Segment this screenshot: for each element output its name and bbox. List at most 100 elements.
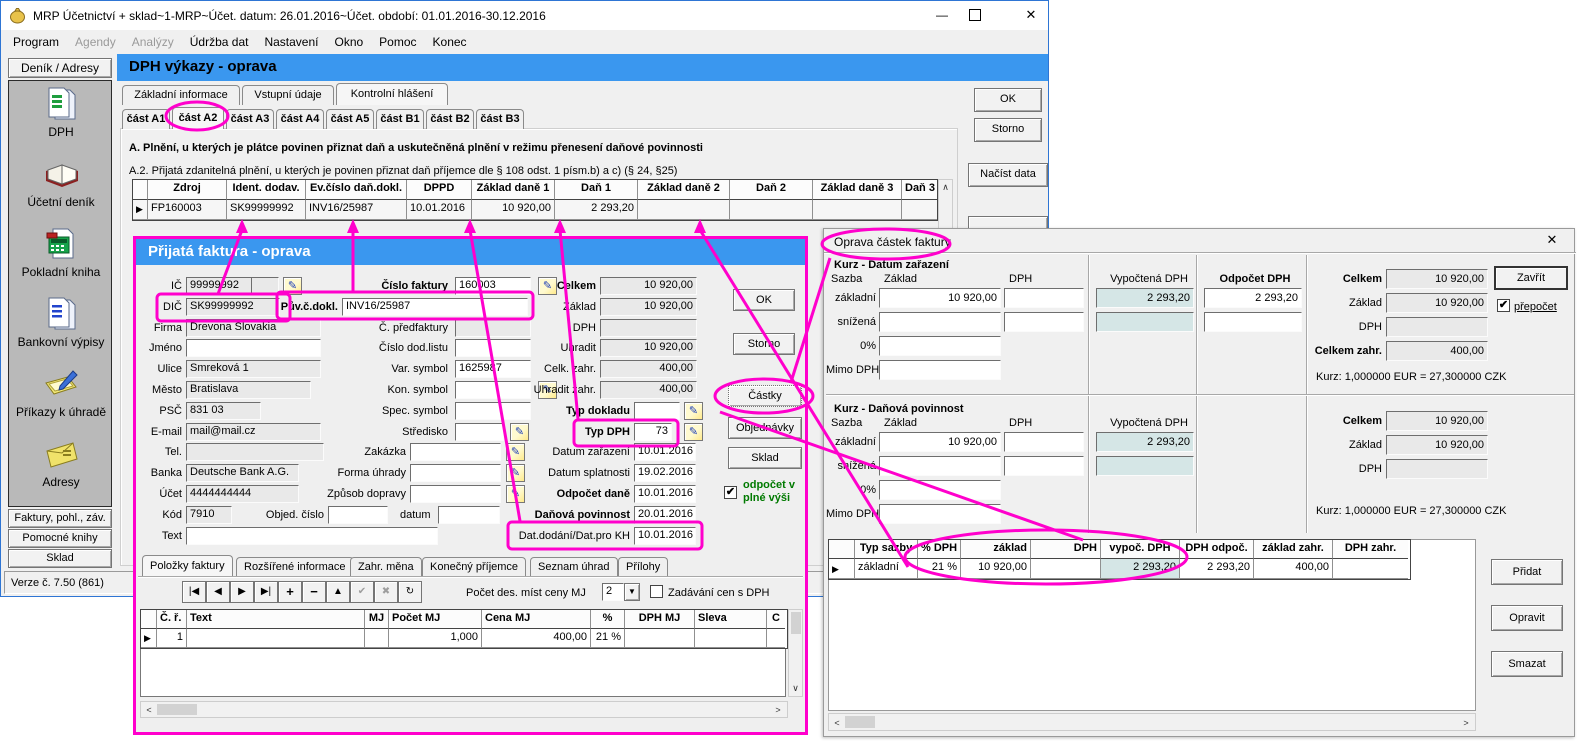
tab-konecny-prijemce[interactable]: Konečný příjemce — [422, 557, 526, 577]
col-zaklad-zahr[interactable]: základ zahr. — [1254, 540, 1333, 559]
dat-dodani-field[interactable]: 10.01.2016 — [634, 527, 696, 545]
col-pocet-mj[interactable]: Počet MJ — [389, 610, 482, 629]
col-zaklad-dane-2[interactable]: Základ daně 2 — [638, 180, 730, 200]
tab-kontrolni-hlaseni[interactable]: Kontrolní hlášení — [336, 83, 448, 105]
tab-rozsirene-informace[interactable]: Rozšířené informace — [236, 557, 354, 577]
col-dppd[interactable]: DPPD — [407, 180, 472, 200]
amounts-close-button[interactable]: ✕ — [1539, 232, 1565, 250]
menu-konec[interactable]: Konec — [425, 31, 475, 53]
s2-zakladni-zaklad-field[interactable]: 10 920,00 — [879, 432, 1001, 452]
close-button[interactable]: ✕ — [1015, 4, 1047, 26]
ic-field-2[interactable] — [251, 277, 279, 295]
items-vscroll-thumb[interactable] — [791, 612, 801, 634]
tab-zahr-mena[interactable]: Zahr. měna — [350, 557, 422, 577]
rates-hscrollbar[interactable]: < > — [828, 713, 1476, 731]
col-ident-dodav[interactable]: Ident. dodav. — [227, 180, 306, 200]
ulice-field[interactable]: Smreková 1 — [186, 360, 321, 378]
danova-povinnost-field[interactable]: 20.01.2016 — [634, 506, 696, 524]
dph-icon[interactable] — [45, 87, 79, 123]
kod-field[interactable]: 7910 — [186, 506, 232, 524]
items-row[interactable]: ▶ 1 1,000 400,00 21 % — [141, 629, 787, 648]
sidebar-item-adresy[interactable]: Adresy — [9, 475, 113, 489]
col-typ-sazby[interactable]: Typ sazby — [855, 540, 918, 559]
nav-last-button[interactable]: ▶| — [254, 581, 278, 603]
ok-button[interactable]: OK — [974, 88, 1042, 112]
s2-nula-field[interactable] — [879, 480, 1001, 500]
subtab-b2[interactable]: část B2 — [426, 109, 474, 129]
subtab-a2[interactable]: část A2 — [172, 107, 224, 129]
subtab-a4[interactable]: část A4 — [276, 109, 324, 129]
s1-snizena-zaklad-field[interactable] — [879, 312, 1001, 332]
nav-cancel-button[interactable]: ✖ — [374, 581, 398, 603]
nav-edit-button[interactable]: ▲ — [326, 581, 350, 603]
rates-row[interactable]: ▶ základní 21 % 10 920,00 2 293,20 2 293… — [829, 559, 1410, 579]
col-dph-mj[interactable]: DPH MJ — [625, 610, 695, 629]
items-vscrollbar[interactable]: ∨ — [788, 609, 803, 697]
s1-zakladni-odp-field[interactable]: 2 293,20 — [1204, 288, 1302, 308]
col-dan-1[interactable]: Daň 1 — [555, 180, 638, 200]
s1-snizena-odp-field[interactable] — [1204, 312, 1302, 332]
tab-prilohy[interactable]: Přílohy — [618, 557, 668, 577]
sklad-button[interactable]: Sklad — [728, 447, 802, 469]
scroll-down-icon[interactable]: ∨ — [789, 683, 802, 694]
zavrit-button[interactable]: Zavřít — [1494, 266, 1568, 290]
ic-field[interactable]: 99999992 — [186, 277, 252, 295]
sidebar-item-pokladni-kniha[interactable]: Pokladní kniha — [9, 265, 113, 279]
smazat-button[interactable]: Smazat — [1491, 651, 1563, 677]
items-hscroll-thumb[interactable] — [157, 704, 197, 715]
with-vat-checkbox[interactable] — [650, 585, 663, 598]
invoice-ok-button[interactable]: OK — [733, 289, 795, 311]
s1-nula-field[interactable] — [879, 336, 1001, 356]
typ-dokladu-field[interactable] — [634, 402, 680, 420]
scroll-up-icon[interactable]: ∧ — [939, 182, 952, 193]
objednavky-button[interactable]: Objednávky — [728, 417, 802, 439]
castky-button[interactable]: Částky — [728, 385, 802, 407]
col-text[interactable]: Text — [187, 610, 365, 629]
col-zaklad-dane-3[interactable]: Základ daně 3 — [813, 180, 902, 200]
decimals-combo[interactable]: 2 — [602, 583, 624, 601]
col-mj[interactable]: MJ — [365, 610, 389, 629]
banka-field[interactable]: Deutsche Bank A.G. — [186, 464, 299, 482]
cash-register-icon[interactable] — [45, 227, 79, 263]
nav-delete-button[interactable]: − — [302, 581, 326, 603]
firma-field[interactable]: Drevona Slovakia — [186, 319, 321, 337]
ucet-field[interactable]: 4444444444 — [186, 485, 299, 503]
menu-analyzy[interactable]: Analýzy — [124, 31, 182, 53]
s1-mimo-field[interactable] — [879, 360, 1001, 380]
items-hscrollbar[interactable]: < > — [140, 701, 788, 718]
scroll-right-icon[interactable]: > — [773, 705, 783, 715]
col-ev-cislo[interactable]: Ev.číslo daň.dokl. — [306, 180, 407, 200]
col-c-r[interactable]: Č. ř. — [157, 610, 187, 629]
sidebar-item-dph[interactable]: DPH — [9, 125, 113, 139]
scroll-left-icon[interactable]: < — [144, 705, 154, 715]
typ-dph-field[interactable]: 73 — [634, 423, 672, 441]
s2-snizena-dph-field[interactable] — [1004, 456, 1084, 476]
col-dph-odpoc[interactable]: DPH odpoč. — [1180, 540, 1254, 559]
nacist-data-button[interactable]: Načíst data — [968, 163, 1048, 187]
maximize-button[interactable] — [969, 9, 981, 21]
menu-nastaveni[interactable]: Nastavení — [256, 31, 326, 53]
subtab-a1[interactable]: část A1 — [122, 109, 170, 129]
menu-okno[interactable]: Okno — [326, 31, 371, 53]
tab-polozky-faktury[interactable]: Položky faktury — [142, 555, 233, 576]
nav-refresh-button[interactable]: ↻ — [398, 581, 422, 603]
menu-program[interactable]: Program — [5, 31, 67, 53]
payment-orders-icon[interactable] — [43, 367, 81, 403]
typ-dph-lookup-button[interactable]: ✎ — [684, 423, 703, 441]
col-dan-2[interactable]: Daň 2 — [730, 180, 813, 200]
sidebar-pomocne-button[interactable]: Pomocné knihy — [8, 529, 112, 548]
col-sleva[interactable]: Sleva — [695, 610, 767, 629]
journal-icon[interactable] — [43, 157, 81, 193]
col-dan-3[interactable]: Daň 3 — [902, 180, 937, 200]
table-row[interactable]: ▶ FP160003 SK99999992 INV16/25987 10.01.… — [133, 200, 937, 220]
subtab-b1[interactable]: část B1 — [376, 109, 424, 129]
decimals-combo-arrow[interactable]: ▼ — [624, 583, 640, 601]
ic-lookup-button[interactable]: ✎ — [283, 277, 302, 295]
invoice-storno-button[interactable]: Storno — [733, 333, 795, 355]
col-zdroj[interactable]: Zdroj — [148, 180, 227, 200]
bank-statements-icon[interactable] — [45, 297, 79, 333]
col-pct[interactable]: % — [591, 610, 625, 629]
subtab-a5[interactable]: část A5 — [326, 109, 374, 129]
nav-post-button[interactable]: ✔ — [350, 581, 374, 603]
datum-splatnosti-field[interactable]: 19.02.2016 — [634, 464, 696, 482]
